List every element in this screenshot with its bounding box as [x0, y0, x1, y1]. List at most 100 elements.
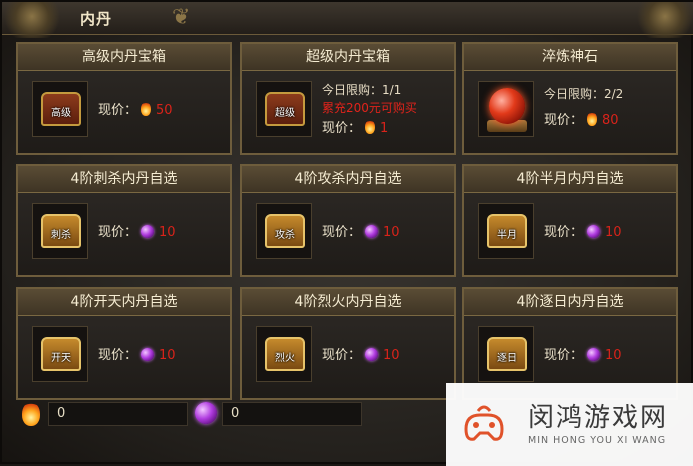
- shop-window: 内丹 ❦ 高级内丹宝箱 高级 现价： 50 超级内丹宝箱 超级 今日限购：1/1 累充200元…: [0, 0, 693, 466]
- window-title: 内丹: [80, 10, 113, 28]
- gem-icon: [365, 348, 379, 361]
- price-label: 现价：: [98, 103, 138, 118]
- dragon-ornament-left-icon: [2, 2, 62, 38]
- item-card[interactable]: 4阶攻杀内丹自选攻杀 现价： 10: [240, 164, 456, 277]
- gem-amount-field: 0: [222, 402, 362, 426]
- price-row: 现价： 80: [544, 109, 619, 128]
- price-value: 10: [159, 348, 176, 363]
- gem-icon: [365, 225, 379, 238]
- chest-label: 高级: [51, 108, 71, 119]
- price-value: 1: [380, 121, 389, 136]
- price-value: 10: [605, 348, 622, 363]
- price-label: 现价：: [322, 348, 362, 363]
- chest-label: 开天: [51, 353, 71, 364]
- price-row: 现价： 10: [544, 344, 622, 363]
- chest-label: 攻杀: [275, 230, 295, 241]
- price-label: 现价：: [544, 113, 584, 128]
- item-card[interactable]: 4阶半月内丹自选半月 现价： 10: [462, 164, 678, 277]
- watermark-title: 闵鸿游戏网: [528, 403, 669, 433]
- item-icon-slot[interactable]: 开天: [32, 326, 88, 382]
- chest-label: 超级: [275, 108, 295, 119]
- price-row: 现价： 10: [98, 221, 176, 240]
- treasure-chest-icon: 半月: [487, 214, 527, 248]
- chest-label: 刺杀: [51, 230, 71, 241]
- price-label: 现价：: [322, 121, 362, 136]
- item-name: 超级内丹宝箱: [242, 44, 454, 71]
- recharge-requirement-note: 累充200元可购买: [322, 101, 417, 115]
- price-row: 现价： 10: [98, 344, 176, 363]
- dragon-ornament-right-icon: [635, 2, 693, 38]
- purchase-limit-text: 今日限购：1/1: [322, 83, 402, 97]
- price-row: 现价： 10: [322, 344, 400, 363]
- treasure-chest-icon: 高级: [41, 92, 81, 126]
- item-card[interactable]: 4阶刺杀内丹自选刺杀 现价： 10: [16, 164, 232, 277]
- chest-label: 烈火: [275, 353, 295, 364]
- item-body: 超级 今日限购：1/1 累充200元可购买 现价： 1: [242, 71, 454, 153]
- item-card[interactable]: 高级内丹宝箱高级 现价： 50: [16, 42, 232, 155]
- item-name: 4阶刺杀内丹自选: [18, 166, 230, 193]
- item-name: 淬炼神石: [464, 44, 676, 71]
- gem-icon: [141, 348, 155, 361]
- price-value: 10: [605, 225, 622, 240]
- item-body: 高级 现价： 50: [18, 71, 230, 153]
- price-value: 10: [383, 348, 400, 363]
- item-icon-slot[interactable]: [478, 81, 534, 137]
- flame-amount-field: 0: [48, 402, 188, 426]
- price-row: 现价： 1: [322, 117, 388, 136]
- price-value: 10: [159, 225, 176, 240]
- chest-label: 半月: [497, 230, 517, 241]
- item-name: 高级内丹宝箱: [18, 44, 230, 71]
- price-value: 80: [602, 113, 619, 128]
- item-icon-slot[interactable]: 刺杀: [32, 203, 88, 259]
- price-row: 现价： 10: [322, 221, 400, 240]
- price-label: 现价：: [98, 348, 138, 363]
- price-value: 50: [156, 103, 173, 118]
- currency-bar: 0 0: [16, 394, 376, 438]
- title-bar: 内丹 ❦: [2, 2, 693, 38]
- item-body: 今日限购：2/2 现价： 80: [464, 71, 676, 153]
- purchase-limit-text: 今日限购：2/2: [544, 87, 624, 101]
- item-body: 烈火 现价： 10: [242, 316, 454, 398]
- price-row: 现价： 50: [98, 99, 173, 118]
- flame-currency-icon: [22, 402, 40, 426]
- item-icon-slot[interactable]: 烈火: [256, 326, 312, 382]
- item-body: 刺杀 现价： 10: [18, 193, 230, 275]
- item-card[interactable]: 超级内丹宝箱超级 今日限购：1/1 累充200元可购买 现价： 1: [240, 42, 456, 155]
- item-icon-slot[interactable]: 超级: [256, 81, 312, 137]
- item-card[interactable]: 4阶开天内丹自选开天 现价： 10: [16, 287, 232, 400]
- chest-label: 逐日: [497, 353, 517, 364]
- price-label: 现价：: [544, 348, 584, 363]
- treasure-chest-icon: 刺杀: [41, 214, 81, 248]
- price-value: 10: [383, 225, 400, 240]
- gamepad-logo-icon: [464, 405, 504, 441]
- item-name: 4阶半月内丹自选: [464, 166, 676, 193]
- treasure-chest-icon: 超级: [265, 92, 305, 126]
- watermark: 闵鸿游戏网 MIN HONG YOU XI WANG: [446, 383, 693, 466]
- treasure-chest-icon: 烈火: [265, 337, 305, 371]
- flame-icon: [365, 120, 376, 134]
- treasure-chest-icon: 攻杀: [265, 214, 305, 248]
- item-icon-slot[interactable]: 高级: [32, 81, 88, 137]
- item-name: 4阶开天内丹自选: [18, 289, 230, 316]
- flame-icon: [141, 102, 152, 116]
- item-name: 4阶攻杀内丹自选: [242, 166, 454, 193]
- price-label: 现价：: [98, 225, 138, 240]
- item-name: 4阶逐日内丹自选: [464, 289, 676, 316]
- item-grid: 高级内丹宝箱 高级 现价： 50 超级内丹宝箱 超级 今日限购：1/1 累充200元可购买 现价…: [16, 42, 682, 400]
- price-row: 现价： 10: [544, 221, 622, 240]
- gem-currency-icon: [195, 402, 217, 424]
- item-icon-slot[interactable]: 半月: [478, 203, 534, 259]
- item-card[interactable]: 4阶烈火内丹自选烈火 现价： 10: [240, 287, 456, 400]
- red-orb-icon: [489, 88, 525, 124]
- item-card[interactable]: 淬炼神石今日限购：2/2 现价： 80: [462, 42, 678, 155]
- gem-icon: [141, 225, 155, 238]
- gem-icon: [587, 348, 601, 361]
- item-name: 4阶烈火内丹自选: [242, 289, 454, 316]
- item-icon-slot[interactable]: 逐日: [478, 326, 534, 382]
- item-icon-slot[interactable]: 攻杀: [256, 203, 312, 259]
- item-body: 攻杀 现价： 10: [242, 193, 454, 275]
- flame-icon: [587, 112, 598, 126]
- title-swirl-ornament-icon: ❦: [172, 5, 191, 30]
- treasure-chest-icon: 逐日: [487, 337, 527, 371]
- watermark-subtitle: MIN HONG YOU XI WANG: [528, 435, 667, 446]
